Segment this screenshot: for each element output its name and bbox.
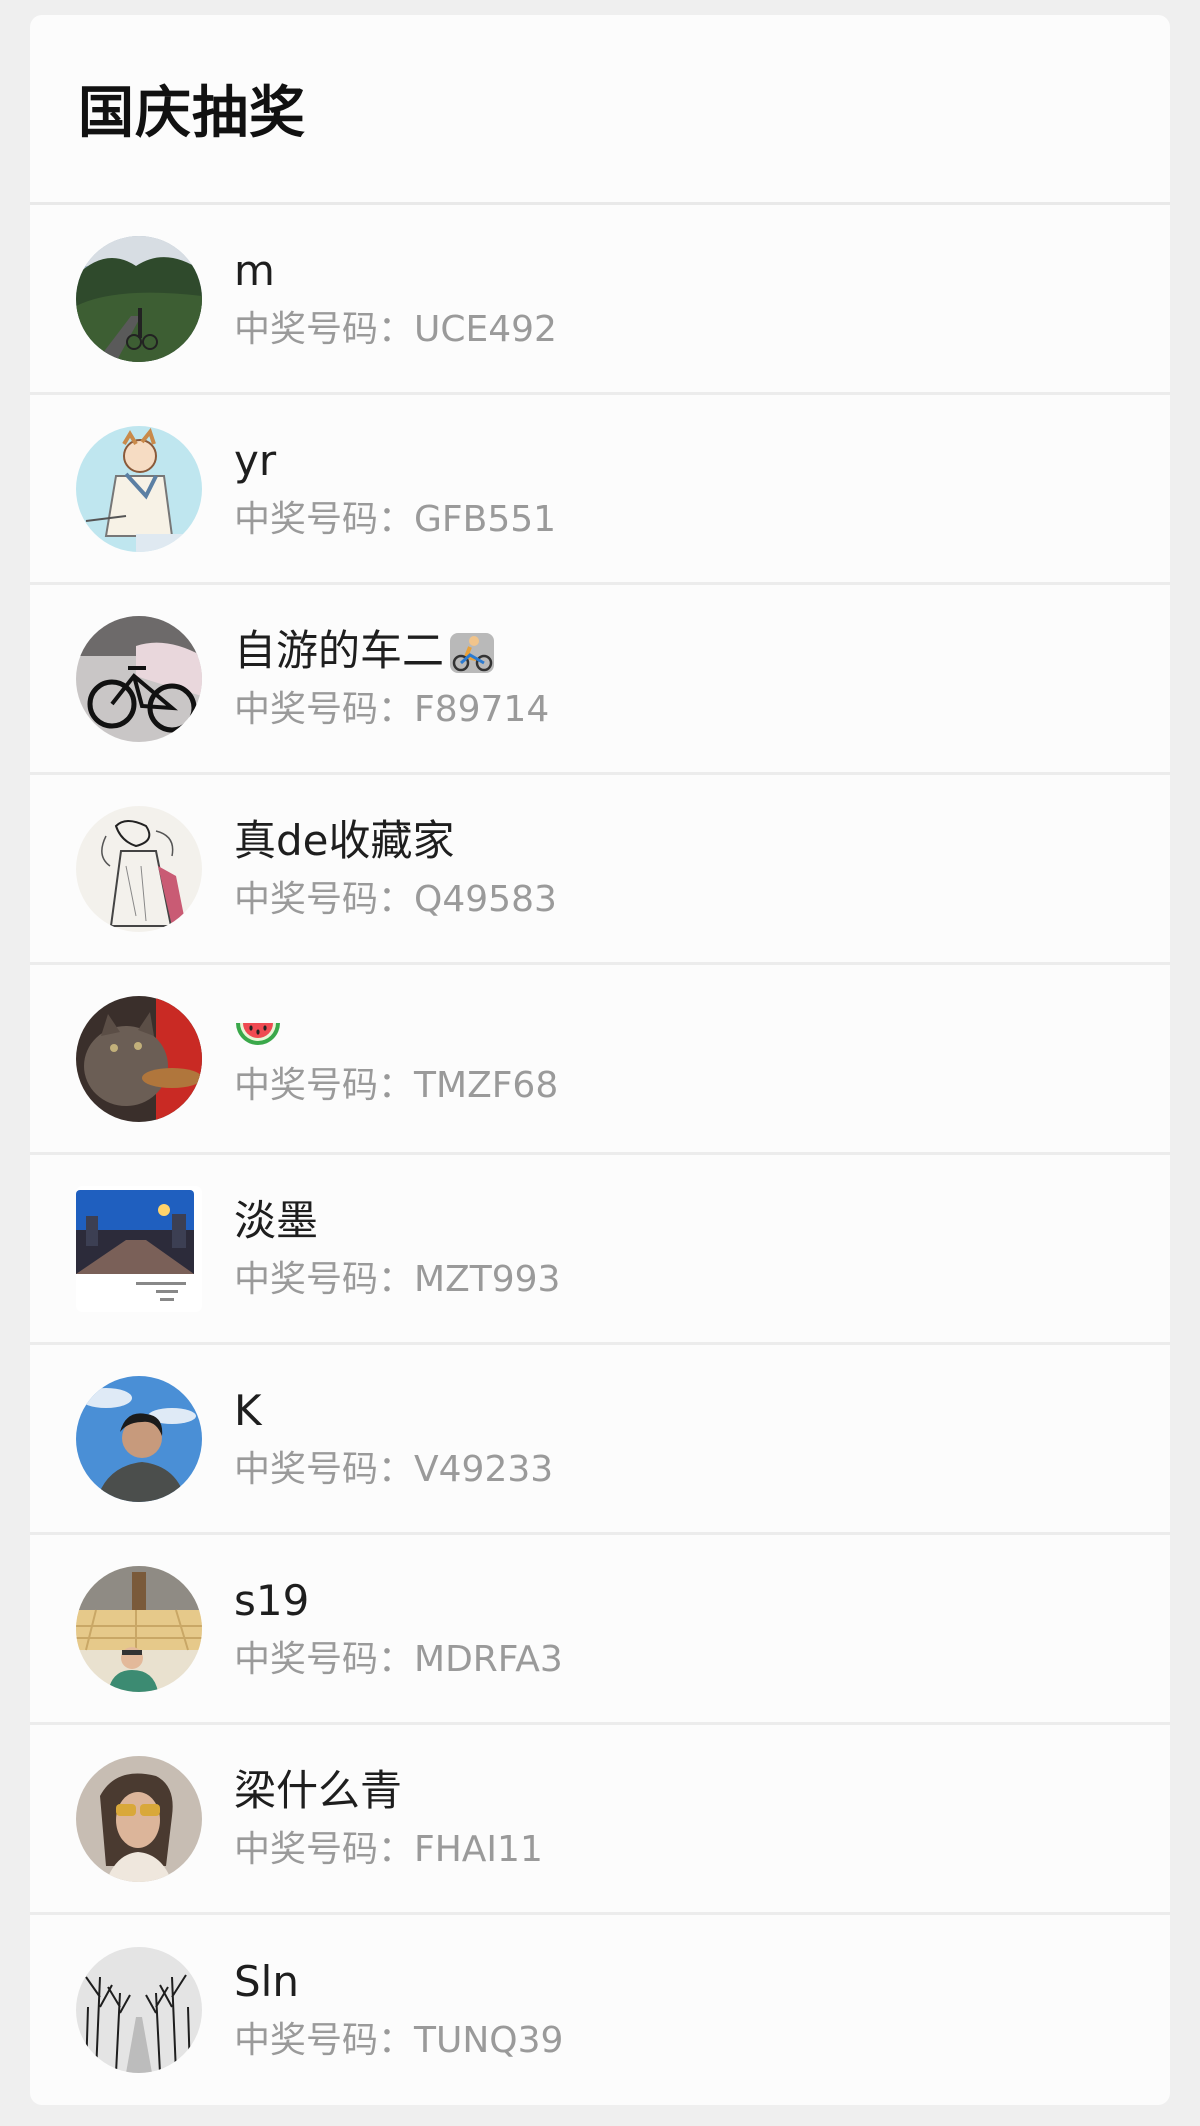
winner-code: TUNQ39 [414, 2020, 564, 2061]
winner-code: UCE492 [414, 308, 557, 350]
winner-name: 淡墨 [234, 1195, 319, 1245]
code-label: 中奖号码： [234, 1828, 415, 1870]
winner-name: yr [234, 435, 277, 485]
winner-row[interactable]: 梁什么青 中奖号码：FHAI11 [30, 1725, 1170, 1915]
code-label: 中奖号码： [234, 1638, 415, 1680]
avatar[interactable] [76, 805, 202, 932]
ink-sketch-avatar-image [76, 805, 202, 932]
winner-name: 真de收藏家 [234, 815, 455, 865]
winner-info: s19 中奖号码：MDRFA3 [234, 1573, 563, 1685]
hall-portrait-avatar-image [76, 1565, 202, 1692]
winner-code-line: 中奖号码：MZT993 [234, 1255, 560, 1305]
winner-name: m [234, 245, 275, 295]
avatar[interactable] [76, 995, 202, 1122]
avatar[interactable] [76, 1185, 202, 1312]
code-label: 中奖号码： [234, 2020, 415, 2061]
code-label: 中奖号码： [234, 1064, 415, 1106]
winner-code: Q49583 [414, 878, 557, 920]
bicycle-avatar-image [76, 615, 202, 742]
winner-code-line: 中奖号码：GFB551 [234, 495, 556, 545]
winner-name: K [234, 1385, 262, 1435]
code-label: 中奖号码： [234, 1448, 415, 1490]
winner-info: 淡墨 中奖号码：MZT993 [234, 1193, 560, 1305]
winner-code-line: 中奖号码：TUNQ39 [234, 2016, 563, 2066]
cartoon-boy-avatar-image [76, 425, 202, 552]
sunglasses-portrait-avatar-image [76, 1755, 202, 1882]
winner-code: F89714 [414, 688, 550, 730]
winner-name: 梁什么青 [234, 1765, 403, 1815]
winner-code-line: 中奖号码：F89714 [234, 685, 549, 735]
avatar[interactable] [76, 425, 202, 552]
winner-row[interactable]: 中奖号码：TMZF68 [30, 965, 1170, 1155]
winner-code-line: 中奖号码：MDRFA3 [234, 1635, 563, 1685]
winner-row[interactable]: 自游的车二 中奖号码：F89714 [30, 585, 1170, 775]
winner-name: Sln [234, 1957, 299, 2006]
city-street-avatar-image [76, 1185, 202, 1312]
winner-name: 自游的车二 [234, 623, 549, 679]
mountain-road-avatar-image [76, 235, 202, 362]
winner-info: 自游的车二 中奖号码：F89714 [234, 623, 549, 735]
watermelon-emoji-icon [234, 1007, 282, 1055]
lottery-card: 国庆抽奖 m 中奖号码：UCE492 yr 中奖号码：GFB551 自游的车二 … [30, 15, 1170, 2105]
winner-name [234, 1007, 558, 1055]
winner-code-line: 中奖号码：FHAI11 [234, 1825, 543, 1875]
tree-road-bw-avatar-image [76, 1947, 202, 2073]
winner-row[interactable]: Sln 中奖号码：TUNQ39 [30, 1915, 1170, 2105]
winner-row[interactable]: m 中奖号码：UCE492 [30, 205, 1170, 395]
winner-code-line: 中奖号码：TMZF68 [234, 1061, 558, 1111]
winner-list: m 中奖号码：UCE492 yr 中奖号码：GFB551 自游的车二 中奖号码：… [30, 205, 1170, 2105]
avatar[interactable] [76, 1565, 202, 1692]
winner-info: m 中奖号码：UCE492 [234, 243, 557, 355]
winner-row[interactable]: s19 中奖号码：MDRFA3 [30, 1535, 1170, 1725]
winner-row[interactable]: 真de收藏家 中奖号码：Q49583 [30, 775, 1170, 965]
winner-row[interactable]: yr 中奖号码：GFB551 [30, 395, 1170, 585]
avatar[interactable] [76, 1755, 202, 1882]
page-title: 国庆抽奖 [78, 81, 306, 146]
code-label: 中奖号码： [234, 688, 415, 730]
winner-row[interactable]: 淡墨 中奖号码：MZT993 [30, 1155, 1170, 1345]
winner-code: FHAI11 [414, 1828, 543, 1870]
winner-info: K 中奖号码：V49233 [234, 1383, 553, 1495]
winner-code: V49233 [414, 1448, 554, 1490]
winner-info: Sln 中奖号码：TUNQ39 [234, 1954, 563, 2066]
cat-avatar-image [76, 995, 202, 1122]
selfie-sky-avatar-image [76, 1375, 202, 1502]
winner-info: 真de收藏家 中奖号码：Q49583 [234, 813, 557, 925]
winner-code: MDRFA3 [414, 1638, 563, 1680]
code-label: 中奖号码： [234, 308, 415, 350]
code-label: 中奖号码： [234, 1258, 415, 1300]
code-label: 中奖号码： [234, 498, 415, 540]
winner-code-line: 中奖号码：UCE492 [234, 305, 557, 355]
person-biking-emoji-icon [448, 627, 496, 675]
winner-code-line: 中奖号码：V49233 [234, 1445, 553, 1495]
winner-name: s19 [234, 1575, 310, 1625]
avatar[interactable] [76, 615, 202, 742]
avatar[interactable] [76, 1375, 202, 1502]
winner-row[interactable]: K 中奖号码：V49233 [30, 1345, 1170, 1535]
avatar[interactable] [76, 1947, 202, 2073]
winner-info: 梁什么青 中奖号码：FHAI11 [234, 1763, 543, 1875]
code-label: 中奖号码： [234, 878, 415, 920]
winner-code: GFB551 [414, 498, 557, 540]
winner-info: 中奖号码：TMZF68 [234, 1007, 558, 1111]
winner-code: MZT993 [414, 1258, 561, 1300]
avatar[interactable] [76, 235, 202, 362]
winner-code: TMZF68 [414, 1064, 559, 1106]
winner-code-line: 中奖号码：Q49583 [234, 875, 557, 925]
winner-info: yr 中奖号码：GFB551 [234, 433, 556, 545]
card-header: 国庆抽奖 [30, 15, 1170, 205]
